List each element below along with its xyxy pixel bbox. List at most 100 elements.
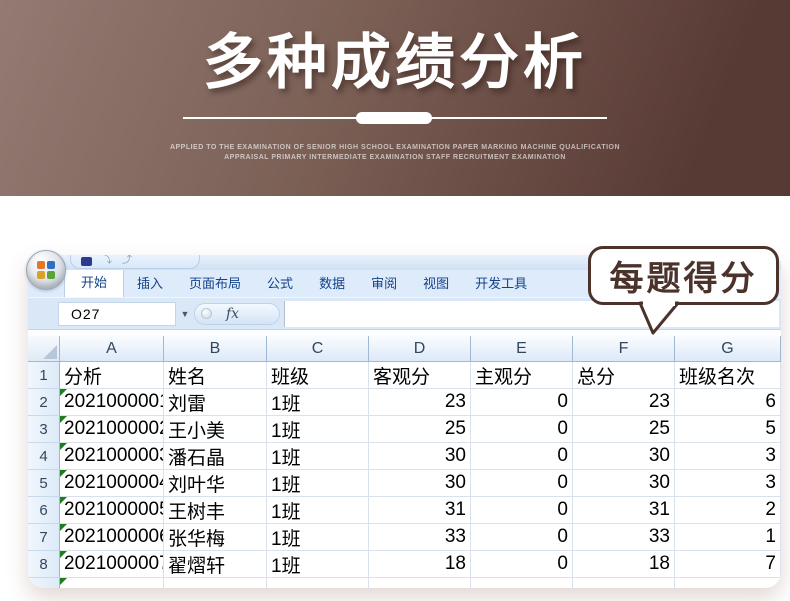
cell-f7[interactable]: 33 [573, 524, 675, 551]
cell-c8[interactable]: 1班 [267, 551, 369, 578]
cell-f3[interactable]: 25 [573, 416, 675, 443]
row-header[interactable]: 7 [28, 524, 60, 551]
tab-home[interactable]: 开始 [64, 266, 124, 297]
cell-e3[interactable]: 0 [471, 416, 573, 443]
cell-c7[interactable]: 1班 [267, 524, 369, 551]
cell-d1[interactable]: 客观分 [369, 362, 471, 389]
cell-a7[interactable]: 2021000006 [60, 524, 164, 551]
column-header-f[interactable]: F [573, 336, 675, 362]
column-header-c[interactable]: C [267, 336, 369, 362]
cell-d5[interactable]: 30 [369, 470, 471, 497]
cell-f5[interactable]: 30 [573, 470, 675, 497]
cell-b2[interactable]: 刘雷 [164, 389, 267, 416]
fx-icon: fx [226, 306, 239, 322]
cell-c1[interactable]: 班级 [267, 362, 369, 389]
cell-b1[interactable]: 姓名 [164, 362, 267, 389]
cell-d6[interactable]: 31 [369, 497, 471, 524]
cell-g2[interactable]: 6 [675, 389, 781, 416]
cell-d8[interactable]: 18 [369, 551, 471, 578]
row-header[interactable]: 4 [28, 443, 60, 470]
cell-a1[interactable]: 分析 [60, 362, 164, 389]
name-box[interactable]: O27 [58, 302, 176, 326]
cell-g5[interactable]: 3 [675, 470, 781, 497]
cell-c3[interactable]: 1班 [267, 416, 369, 443]
cell-a9[interactable] [60, 578, 164, 588]
tab-data[interactable]: 数据 [306, 268, 358, 297]
error-flag-triangle [60, 389, 67, 396]
cell-e4[interactable]: 0 [471, 443, 573, 470]
cell-g6[interactable]: 2 [675, 497, 781, 524]
cell-c9[interactable] [267, 578, 369, 588]
cell-b8[interactable]: 翟熠轩 [164, 551, 267, 578]
row-header[interactable]: 2 [28, 389, 60, 416]
cell-f1[interactable]: 总分 [573, 362, 675, 389]
cell-a5[interactable]: 2021000004 [60, 470, 164, 497]
cell-e9[interactable] [471, 578, 573, 588]
column-header-a[interactable]: A [60, 336, 164, 362]
tab-page-layout[interactable]: 页面布局 [176, 268, 254, 297]
tab-developer[interactable]: 开发工具 [462, 268, 540, 297]
name-box-dropdown-icon[interactable]: ▼ [176, 302, 194, 326]
cell-d9[interactable] [369, 578, 471, 588]
cell-b5[interactable]: 刘叶华 [164, 470, 267, 497]
cell-f6[interactable]: 31 [573, 497, 675, 524]
select-all-corner[interactable] [28, 336, 60, 362]
row-header[interactable]: 8 [28, 551, 60, 578]
column-header-e[interactable]: E [471, 336, 573, 362]
cell-g7[interactable]: 1 [675, 524, 781, 551]
cell-a3[interactable]: 2021000002 [60, 416, 164, 443]
column-header-b[interactable]: B [164, 336, 267, 362]
row-header[interactable]: 1 [28, 362, 60, 389]
cell-c4[interactable]: 1班 [267, 443, 369, 470]
cell-g9[interactable] [675, 578, 781, 588]
cell-e8[interactable]: 0 [471, 551, 573, 578]
cell-c5[interactable]: 1班 [267, 470, 369, 497]
office-button[interactable] [26, 250, 66, 290]
tab-review[interactable]: 审阅 [358, 268, 410, 297]
cell-f8[interactable]: 18 [573, 551, 675, 578]
cell-c6[interactable]: 1班 [267, 497, 369, 524]
tab-formulas[interactable]: 公式 [254, 268, 306, 297]
undo-icon[interactable]: ⤵ [102, 256, 112, 266]
cell-g8[interactable]: 7 [675, 551, 781, 578]
cell-a6[interactable]: 2021000005 [60, 497, 164, 524]
cell-d2[interactable]: 23 [369, 389, 471, 416]
tab-view[interactable]: 视图 [410, 268, 462, 297]
redo-icon[interactable]: ⤴ [122, 256, 132, 266]
cell-b3[interactable]: 王小美 [164, 416, 267, 443]
cell-d7[interactable]: 33 [369, 524, 471, 551]
column-header-g[interactable]: G [675, 336, 781, 362]
cell-f4[interactable]: 30 [573, 443, 675, 470]
cell-g4[interactable]: 3 [675, 443, 781, 470]
cell-f9[interactable] [573, 578, 675, 588]
cell-e7[interactable]: 0 [471, 524, 573, 551]
column-header-d[interactable]: D [369, 336, 471, 362]
cell-e5[interactable]: 0 [471, 470, 573, 497]
cell-b9[interactable] [164, 578, 267, 588]
cell-e6[interactable]: 0 [471, 497, 573, 524]
cell-a8[interactable]: 2021000007 [60, 551, 164, 578]
row-header[interactable] [28, 578, 60, 588]
cell-b7[interactable]: 张华梅 [164, 524, 267, 551]
row-header[interactable]: 5 [28, 470, 60, 497]
cell-a2[interactable]: 2021000001 [60, 389, 164, 416]
cell-d4[interactable]: 30 [369, 443, 471, 470]
cell-e2[interactable]: 0 [471, 389, 573, 416]
tab-insert[interactable]: 插入 [124, 268, 176, 297]
cell-e1[interactable]: 主观分 [471, 362, 573, 389]
insert-function-button[interactable]: fx [194, 303, 280, 325]
cell-g3[interactable]: 5 [675, 416, 781, 443]
table-row: 5 2021000004 刘叶华 1班 30 0 30 3 [28, 470, 781, 497]
save-icon[interactable] [81, 257, 92, 266]
row-header[interactable]: 6 [28, 497, 60, 524]
cell-a4[interactable]: 2021000003 [60, 443, 164, 470]
cell-d3[interactable]: 25 [369, 416, 471, 443]
cell-f2[interactable]: 23 [573, 389, 675, 416]
cell-b6[interactable]: 王树丰 [164, 497, 267, 524]
cell-g1[interactable]: 班级名次 [675, 362, 781, 389]
row-header[interactable]: 3 [28, 416, 60, 443]
cell-c2[interactable]: 1班 [267, 389, 369, 416]
cell-b4[interactable]: 潘石晶 [164, 443, 267, 470]
quick-access-capsule: ⤵ ⤴ [70, 255, 200, 269]
cell-text: 2021000007 [64, 553, 164, 575]
